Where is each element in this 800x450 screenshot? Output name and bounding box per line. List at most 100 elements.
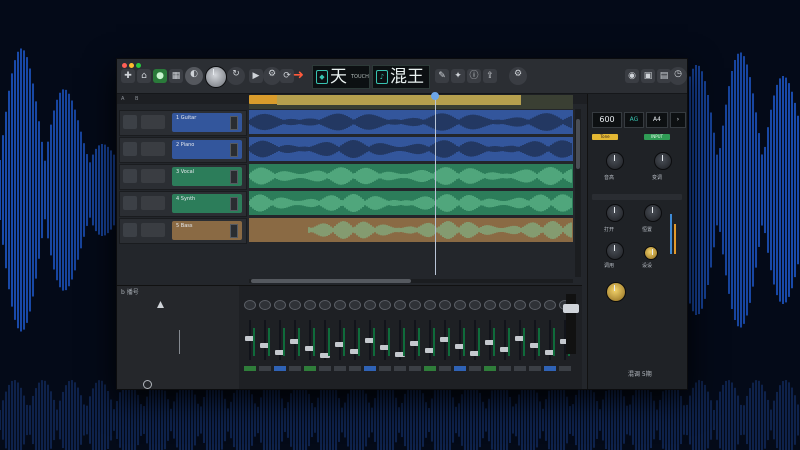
pencil-icon[interactable]: ✎	[435, 69, 449, 83]
channel-strip[interactable]	[543, 286, 557, 389]
channel-button[interactable]	[454, 300, 466, 310]
transpose-knob[interactable]	[654, 152, 672, 170]
channel-fader-track[interactable]	[459, 320, 461, 360]
track-lane[interactable]	[249, 191, 573, 215]
clock-icon[interactable]: ◷	[669, 67, 687, 85]
zoom-window-dot[interactable]	[136, 63, 141, 68]
channel-strip[interactable]	[273, 286, 287, 389]
channel-tag[interactable]	[454, 366, 466, 371]
channel-tag[interactable]	[544, 366, 556, 371]
share-icon[interactable]: ⇪	[483, 69, 497, 83]
channel-strip[interactable]	[303, 286, 317, 389]
channel-strip[interactable]	[363, 286, 377, 389]
channel-strip[interactable]	[498, 286, 512, 389]
channel-button[interactable]	[424, 300, 436, 310]
channel-fader-track[interactable]	[339, 320, 341, 360]
channel-button[interactable]	[319, 300, 331, 310]
mixer-up-icon[interactable]	[157, 301, 164, 308]
channel-tag[interactable]	[469, 366, 481, 371]
channel-strip[interactable]	[288, 286, 302, 389]
channel-button[interactable]	[499, 300, 511, 310]
record-arm-icon[interactable]: ●	[153, 69, 167, 83]
channel-strip[interactable]	[243, 286, 257, 389]
channel-button[interactable]	[334, 300, 346, 310]
channel-tag[interactable]	[364, 366, 376, 371]
master-fader-cap[interactable]	[563, 304, 579, 313]
library-icon[interactable]: ⌂	[137, 69, 151, 83]
playhead-handle[interactable]	[431, 92, 439, 100]
track-name-box[interactable]: 2 Piano	[172, 140, 242, 159]
channel-fader-track[interactable]	[534, 320, 536, 360]
track-header[interactable]: 5 Bass	[119, 218, 247, 244]
track-number-icon[interactable]	[123, 223, 137, 237]
lcd-display-right[interactable]: ♪ 混王	[372, 65, 430, 89]
channel-button[interactable]	[304, 300, 316, 310]
channel-fader-track[interactable]	[384, 320, 386, 360]
track-header[interactable]: 2 Piano	[119, 137, 247, 163]
vertical-scroll-thumb[interactable]	[576, 119, 580, 169]
channel-tag[interactable]	[394, 366, 406, 371]
home-icon[interactable]: ✚	[121, 69, 135, 83]
channel-tag[interactable]	[289, 366, 301, 371]
settings-icon[interactable]: ⚙	[509, 67, 527, 85]
channel-fader-track[interactable]	[264, 320, 266, 360]
master-volume-knob[interactable]	[205, 66, 227, 88]
channel-button[interactable]	[349, 300, 361, 310]
channel-fader-track[interactable]	[504, 320, 506, 360]
track-mute-button[interactable]	[141, 169, 165, 183]
capture-icon[interactable]: ▣	[641, 69, 655, 83]
output-knob[interactable]	[606, 282, 626, 302]
channel-strip[interactable]	[393, 286, 407, 389]
channel-strip[interactable]	[453, 286, 467, 389]
channel-button[interactable]	[439, 300, 451, 310]
lcd-display-left[interactable]: ◆ 天 TOUCH	[312, 65, 370, 89]
track-number-icon[interactable]	[123, 196, 137, 210]
loop-region[interactable]	[277, 95, 521, 105]
pitch-knob[interactable]	[606, 152, 624, 170]
track-number-icon[interactable]	[123, 142, 137, 156]
channel-tag[interactable]	[379, 366, 391, 371]
channel-fader-track[interactable]	[309, 320, 311, 360]
horizontal-scrollbar[interactable]	[249, 279, 573, 283]
track-name-box[interactable]: 5 Bass	[172, 221, 242, 240]
channel-strip[interactable]	[258, 286, 272, 389]
user-icon[interactable]: ◉	[625, 69, 639, 83]
close-window-dot[interactable]	[122, 63, 127, 68]
track-lane[interactable]	[249, 218, 573, 242]
channel-button[interactable]	[274, 300, 286, 310]
channel-button[interactable]	[259, 300, 271, 310]
channel-tag[interactable]	[319, 366, 331, 371]
channel-tag[interactable]	[529, 366, 541, 371]
track-lane[interactable]	[249, 164, 573, 188]
channel-tag[interactable]	[349, 366, 361, 371]
track-header[interactable]: 1 Guitar	[119, 110, 247, 136]
channel-tag[interactable]	[244, 366, 256, 371]
master-fader[interactable]	[563, 294, 579, 354]
minimize-window-dot[interactable]	[129, 63, 134, 68]
channel-fader-track[interactable]	[354, 320, 356, 360]
track-mute-button[interactable]	[141, 142, 165, 156]
channel-button[interactable]	[289, 300, 301, 310]
track-name-box[interactable]: 3 Vocal	[172, 167, 242, 186]
metronome-icon[interactable]: ◐	[185, 67, 203, 85]
channel-tag[interactable]	[559, 366, 571, 371]
track-number-icon[interactable]	[123, 115, 137, 129]
channel-button[interactable]	[514, 300, 526, 310]
track-number-icon[interactable]	[123, 169, 137, 183]
vertical-scrollbar[interactable]	[575, 109, 581, 277]
channel-tag[interactable]	[304, 366, 316, 371]
channel-strip[interactable]	[483, 286, 497, 389]
channel-strip[interactable]	[318, 286, 332, 389]
call-knob[interactable]	[606, 242, 624, 260]
track-mute-button[interactable]	[141, 223, 165, 237]
channel-button[interactable]	[529, 300, 541, 310]
sparkle-icon[interactable]: ✦	[451, 69, 465, 83]
channel-tag[interactable]	[409, 366, 421, 371]
track-name-box[interactable]: 1 Guitar	[172, 113, 242, 132]
channel-tag[interactable]	[259, 366, 271, 371]
info-icon[interactable]: ⓘ	[467, 69, 481, 83]
playhead[interactable]	[435, 95, 436, 275]
channel-button[interactable]	[409, 300, 421, 310]
tone-tag[interactable]: Tone	[592, 134, 618, 140]
channel-tag[interactable]	[499, 366, 511, 371]
